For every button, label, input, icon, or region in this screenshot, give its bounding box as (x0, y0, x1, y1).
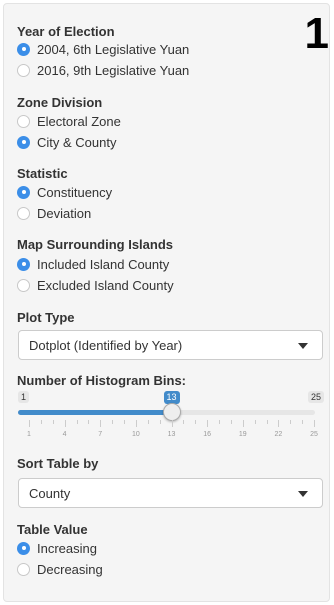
slider-tick (88, 420, 90, 424)
slider-tick (147, 420, 149, 424)
radio-selected-icon (17, 42, 30, 56)
excluded-island-county-radio[interactable]: Excluded Island County (17, 276, 174, 294)
year-2004-radio[interactable]: 2004, 6th Legislative Yuan (17, 40, 189, 58)
sort-table-select[interactable]: County (18, 478, 323, 508)
slider-tick-label: 4 (62, 431, 67, 438)
plot-type-value: Dotplot (Identified by Year) (29, 337, 183, 353)
radio-unselected-icon (17, 114, 30, 128)
slider-tick (40, 420, 42, 424)
map-surrounding-islands-label: Map Surrounding Islands (17, 237, 174, 252)
sidebar-panel (3, 3, 330, 602)
slider-tick (290, 420, 292, 424)
radio-label: Electoral Zone (37, 113, 121, 129)
slider-tick (254, 420, 256, 424)
radio-selected-icon (17, 185, 30, 199)
radio-unselected-icon (17, 63, 30, 77)
slider-tick (207, 420, 209, 427)
radio-label: Increasing (37, 540, 97, 556)
radio-selected-icon (17, 257, 30, 271)
slider-tick-label: 13 (167, 431, 176, 438)
slider-tick (76, 420, 78, 424)
radio-selected-icon (17, 135, 30, 149)
slider-tick (52, 420, 54, 424)
zone-division-label: Zone Division (17, 95, 103, 110)
slider-tick (230, 420, 232, 424)
table-value-label: Table Value (17, 522, 88, 537)
slider-tick-label: 22 (274, 431, 283, 438)
slider-tick-label: 1 (27, 431, 31, 438)
radio-label: 2016, 9th Legislative Yuan (37, 62, 190, 78)
increasing-radio[interactable]: Increasing (17, 539, 97, 557)
year-of-election-label: Year of Election (17, 24, 115, 39)
electoral-zone-radio[interactable]: Electoral Zone (17, 112, 121, 130)
radio-label: Excluded Island County (37, 277, 174, 293)
radio-label: Included Island County (37, 256, 170, 272)
slider-tick (266, 420, 268, 424)
slider-tick (159, 420, 161, 424)
slider-handle[interactable] (162, 403, 181, 421)
slider-tick (100, 420, 102, 427)
radio-label: City & County (37, 134, 117, 150)
caret-down-icon (298, 491, 308, 497)
radio-unselected-icon (17, 206, 30, 220)
slider-tick (135, 420, 137, 427)
year-2016-radio[interactable]: 2016, 9th Legislative Yuan (17, 61, 189, 79)
radio-unselected-icon (17, 278, 30, 292)
slider-tick (278, 420, 280, 427)
included-island-county-radio[interactable]: Included Island County (17, 255, 169, 273)
slider-tick-label: 19 (238, 431, 247, 438)
plot-type-label: Plot Type (17, 310, 75, 325)
radio-selected-icon (17, 541, 30, 555)
slider-tick (219, 420, 220, 424)
slider-tick (171, 420, 173, 427)
slider-fill (18, 410, 172, 415)
radio-label: Decreasing (37, 561, 103, 577)
statistic-label: Statistic (17, 166, 68, 181)
decreasing-radio[interactable]: Decreasing (17, 560, 103, 578)
slider-min-label: 1 (18, 391, 30, 403)
slider-tick (242, 420, 244, 427)
caret-down-icon (298, 343, 308, 349)
slider-tick-label: 7 (98, 431, 103, 438)
histogram-bins-label: Number of Histogram Bins: (17, 373, 187, 388)
plot-type-select[interactable]: Dotplot (Identified by Year) (18, 330, 323, 360)
slider-tick-label: 10 (131, 431, 140, 438)
slider-max-label: 25 (307, 391, 324, 403)
constituency-radio[interactable]: Constituency (17, 183, 112, 201)
slider-tick (183, 420, 185, 424)
panel-number: 1 (304, 9, 329, 58)
radio-unselected-icon (17, 562, 30, 576)
slider-tick-label: 16 (203, 431, 212, 438)
slider-tick (112, 420, 114, 424)
radio-label: 2004, 6th Legislative Yuan (37, 41, 190, 57)
radio-label: Deviation (37, 205, 92, 221)
slider-tick (64, 420, 66, 427)
slider-tick (29, 420, 30, 427)
slider-tick (195, 420, 197, 424)
city-county-radio[interactable]: City & County (17, 133, 116, 151)
slider-tick (124, 420, 125, 424)
slider-tick-label: 25 (310, 431, 318, 438)
sort-table-value: County (29, 485, 71, 501)
slider-tick (314, 420, 315, 427)
deviation-radio[interactable]: Deviation (17, 204, 91, 222)
slider-tick (302, 420, 304, 424)
radio-label: Constituency (37, 184, 113, 200)
sort-table-label: Sort Table by (17, 456, 99, 471)
